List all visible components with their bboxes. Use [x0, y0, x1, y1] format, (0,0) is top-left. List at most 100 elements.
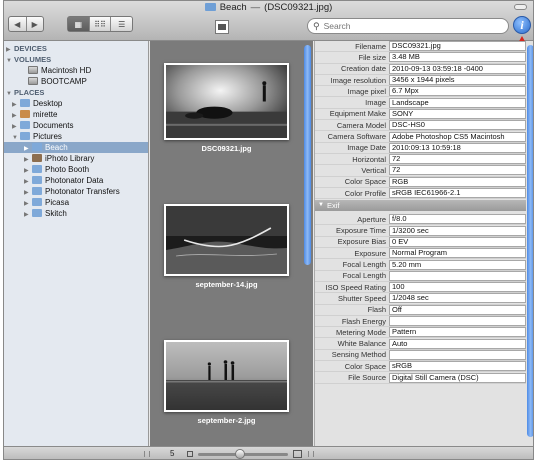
sidebar-item-volume[interactable]: Macintosh HD [4, 65, 148, 76]
view-list-button[interactable]: ☰ [110, 17, 132, 31]
info-row-value[interactable]: 5.20 mm [389, 259, 526, 270]
info-row-value[interactable]: DSC-HS0 [389, 120, 526, 131]
info-row-value[interactable]: sRGB IEC61966-2.1 [389, 188, 526, 199]
disclosure-open-icon[interactable]: ▼ [318, 200, 324, 211]
sidebar-item-photonator-data[interactable]: ▶ Photonator Data [4, 175, 148, 186]
info-row-label: Image resolution [330, 75, 386, 85]
info-row: Flash Off [315, 304, 526, 316]
sidebar-item-beach[interactable]: ▶ Beach [4, 142, 148, 153]
sidebar-section-devices[interactable]: ▶ DEVICES [4, 43, 148, 54]
info-row-label: Equipment Make [329, 109, 386, 119]
info-row-value[interactable]: SONY [389, 108, 526, 119]
info-button[interactable]: i [513, 16, 531, 34]
sidebar-item-documents[interactable]: ▶ Documents [4, 120, 148, 131]
toolbar-toggle-button[interactable] [514, 4, 527, 10]
info-row-value[interactable]: Adobe Photoshop CS5 Macintosh [389, 131, 526, 142]
sidebar-item-skitch[interactable]: ▶ Skitch [4, 208, 148, 219]
view-grid-button[interactable]: ⠿⠿ [88, 17, 111, 31]
info-row: ISO Speed Rating 100 [315, 282, 526, 294]
info-row-label: File size [358, 52, 386, 62]
info-row: Exposure Bias 0 EV [315, 236, 526, 249]
info-row-label: Flash Energy [341, 316, 386, 326]
sidebar-item-picasa[interactable]: ▶ Picasa [4, 197, 148, 208]
info-row-value[interactable]: Landscape [389, 97, 526, 108]
info-row-label: Exposure [354, 248, 386, 258]
sidebar-item-label: Photonator Transfers [45, 187, 120, 196]
info-row-value[interactable]: 72 [389, 154, 526, 165]
info-row: Color Profile sRGB IEC61966-2.1 [315, 188, 526, 200]
info-scrollbar[interactable] [527, 45, 533, 437]
home-icon [20, 110, 30, 118]
info-row-value[interactable] [389, 270, 526, 281]
search-input[interactable] [323, 21, 494, 31]
sidebar-item-pictures[interactable]: ▼ Pictures [4, 131, 148, 142]
sidebar-item-photo-booth[interactable]: ▶ Photo Booth [4, 164, 148, 175]
search-field[interactable]: ⚲ [307, 18, 509, 34]
sidebar-item-label: iPhoto Library [45, 154, 95, 163]
disclosure-closed-icon[interactable]: ▶ [24, 210, 32, 221]
folder-icon [32, 176, 42, 184]
info-row-value[interactable]: DSC09321.jpg [389, 41, 526, 52]
zoom-value: 5 [170, 449, 175, 458]
back-arrow-icon[interactable]: ◀ [9, 17, 26, 31]
sidebar-section-volumes[interactable]: ▼ VOLUMES [4, 54, 148, 65]
info-row-value[interactable]: 72 [389, 165, 526, 176]
thumbnail-item[interactable]: september-2.jpg [164, 340, 289, 425]
info-row: Creation date 2010-09-13 03:59:18 -0400 [315, 63, 526, 75]
sidebar-item-desktop[interactable]: ▶ Desktop [4, 98, 148, 109]
image-preview-icon[interactable] [215, 20, 229, 34]
sidebar-item-photonator-transfers[interactable]: ▶ Photonator Transfers [4, 186, 148, 197]
info-row-label: Creation date [340, 64, 386, 74]
sidebar-section-label: DEVICES [14, 44, 47, 53]
info-row-label: Exposure Bias [337, 237, 386, 247]
sidebar: ▶ DEVICES ▼ VOLUMES Macintosh HD BOOTCAMP ▼ PLA… [4, 41, 149, 446]
thumbnail-item[interactable]: september-14.jpg [164, 204, 289, 289]
view-thumbnail-button[interactable]: ▦ [68, 17, 89, 31]
info-row-value[interactable]: 3.48 MB [389, 52, 526, 63]
info-row-value[interactable] [389, 349, 526, 360]
sidebar-section-label: VOLUMES [14, 55, 52, 64]
info-row: Image Landscape [315, 97, 526, 109]
info-row-value[interactable]: 2010-09-13 03:59:18 -0400 [389, 63, 526, 74]
info-row-value[interactable]: 2010:09:13 10:59:18 [389, 142, 526, 153]
exif-section-header[interactable]: ▼ Exif [315, 200, 526, 212]
thumbnail-scrollbar[interactable] [304, 45, 311, 265]
info-row-value[interactable]: Auto [389, 338, 526, 349]
thumbnail-frame [164, 340, 289, 412]
bottom-bar: 5 [4, 446, 533, 459]
info-row-value[interactable]: sRGB [389, 361, 526, 372]
info-row-value[interactable]: 3456 x 1944 pixels [389, 75, 526, 86]
sidebar-section-places[interactable]: ▼ PLACES [4, 87, 148, 98]
sidebar-item-volume[interactable]: BOOTCAMP [4, 76, 148, 87]
thumbnail-item[interactable]: DSC09321.jpg [164, 63, 289, 153]
info-row-value[interactable]: Pattern [389, 327, 526, 338]
info-row-value[interactable]: Digital Still Camera (DSC) [389, 372, 526, 383]
zoom-slider-knob[interactable] [235, 449, 245, 459]
sidebar-item-label: mirette [33, 110, 58, 119]
info-row-value[interactable]: 0 EV [389, 236, 526, 247]
info-row-value[interactable] [389, 316, 526, 327]
info-row-value[interactable]: Off [389, 304, 526, 315]
sidebar-item-label: Beach [45, 143, 68, 152]
sidebar-item-mirette[interactable]: ▶ mirette [4, 109, 148, 120]
info-row-value[interactable]: 1/2048 sec [389, 293, 526, 304]
info-row-value[interactable]: 100 [389, 282, 526, 293]
hard-drive-icon [28, 66, 38, 74]
info-row-value[interactable]: RGB [389, 176, 526, 187]
zoom-small-icon[interactable] [187, 451, 193, 457]
info-row-value[interactable]: 6.7 Mpx [389, 86, 526, 97]
sidebar-item-label: BOOTCAMP [41, 77, 87, 86]
thumbnail-caption: DSC09321.jpg [201, 144, 252, 153]
resize-grip-icon[interactable] [308, 451, 314, 457]
resize-grip-icon[interactable] [144, 451, 150, 457]
info-row-value[interactable]: 1/3200 sec [389, 225, 526, 236]
info-row-label: Flash [367, 305, 386, 315]
info-row-label: Exposure Time [335, 226, 386, 236]
info-row-value[interactable]: Normal Program [389, 248, 526, 259]
sidebar-item-label: Desktop [33, 99, 63, 108]
zoom-large-icon[interactable] [293, 450, 302, 458]
sidebar-item-iphoto-library[interactable]: ▶ iPhoto Library [4, 153, 148, 164]
forward-arrow-icon[interactable]: ▶ [25, 17, 44, 31]
info-row-value[interactable]: f/8.0 [389, 214, 526, 225]
folder-icon [20, 132, 30, 140]
